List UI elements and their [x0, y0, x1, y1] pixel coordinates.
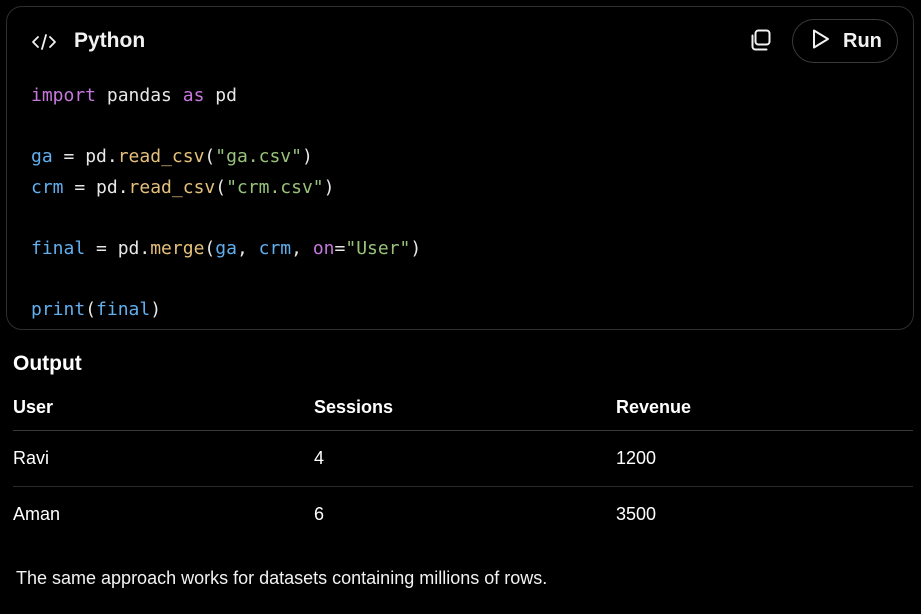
table-cell-revenue: 1200 [616, 430, 913, 487]
code-keyword: import [31, 85, 97, 106]
code-text: ) [410, 237, 422, 259]
copy-icon [747, 27, 773, 58]
code-text: = pd. [85, 237, 151, 259]
code-text: ( [204, 146, 216, 167]
copy-code-button[interactable] [745, 27, 775, 57]
output-title: Output [13, 352, 82, 375]
code-text: pandas [96, 85, 183, 106]
table-row: Aman 6 3500 [13, 487, 913, 543]
table-row: Ravi 4 1200 [13, 430, 913, 487]
table-cell-user: Aman [13, 504, 61, 524]
code-text: = pd. [52, 146, 118, 167]
code-variable: crm [31, 176, 64, 198]
code-line: final = pd.merge(ga, crm, on="User") [31, 234, 421, 265]
code-text: = pd. [63, 176, 129, 198]
code-string: "ga.csv" [215, 146, 302, 167]
code-string: "User" [345, 237, 411, 259]
code-variable: crm [258, 237, 292, 259]
table-cell-sessions: 4 [314, 430, 616, 487]
table-header-row: User Sessions Revenue [13, 384, 913, 431]
code-keyword: on [312, 237, 335, 259]
code-text: ( [85, 298, 97, 320]
code-function: merge [150, 237, 205, 259]
table-cell-sessions: 6 [314, 504, 325, 524]
code-block: Python Run import pandas as pd ga = pd.r… [6, 6, 914, 330]
code-variable: ga [215, 237, 237, 259]
code-text: ) [323, 176, 335, 198]
code-text: ) [301, 146, 313, 167]
code-variable: final [96, 298, 151, 320]
code-text: ( [204, 237, 216, 259]
code-line: print(final) [31, 295, 421, 326]
code-brackets-icon [31, 31, 57, 53]
table-cell-revenue: 3500 [616, 504, 657, 524]
column-header-revenue: Revenue [616, 384, 913, 431]
code-variable: print [31, 298, 86, 320]
code-function: read_csv [117, 146, 205, 167]
code-line: crm = pd.read_csv("crm.csv") [31, 173, 421, 204]
code-variable: ga [31, 146, 53, 167]
column-header-sessions: Sessions [314, 384, 616, 431]
code-text: = [334, 237, 346, 259]
code-variable: final [31, 237, 86, 259]
code-text: ) [150, 298, 162, 320]
code-keyword: as [182, 85, 205, 106]
page: Python Run import pandas as pd ga = pd.r… [0, 0, 921, 614]
table-cell-user: Ravi [13, 430, 314, 487]
play-icon [811, 28, 831, 55]
run-button[interactable]: Run [792, 19, 898, 63]
code-block-header: Python Run [7, 7, 913, 77]
code-language-label: Python [74, 29, 146, 52]
code-string: "crm.csv" [226, 176, 324, 198]
code-function: read_csv [128, 176, 216, 198]
code-line: import pandas as pd [31, 81, 421, 112]
footer-note: The same approach works for datasets con… [16, 568, 548, 588]
code-text: , [236, 237, 259, 259]
column-header-user: User [13, 384, 314, 431]
code-text: , [291, 237, 313, 259]
code-text: ( [215, 176, 227, 198]
code-line: ga = pd.read_csv("ga.csv") [31, 142, 421, 173]
output-table: User Sessions Revenue Ravi 4 1200 Aman 6… [13, 384, 913, 542]
code-content[interactable]: import pandas as pd ga = pd.read_csv("ga.… [31, 81, 421, 325]
run-button-label: Run [843, 29, 882, 52]
code-text: pd [204, 85, 237, 106]
